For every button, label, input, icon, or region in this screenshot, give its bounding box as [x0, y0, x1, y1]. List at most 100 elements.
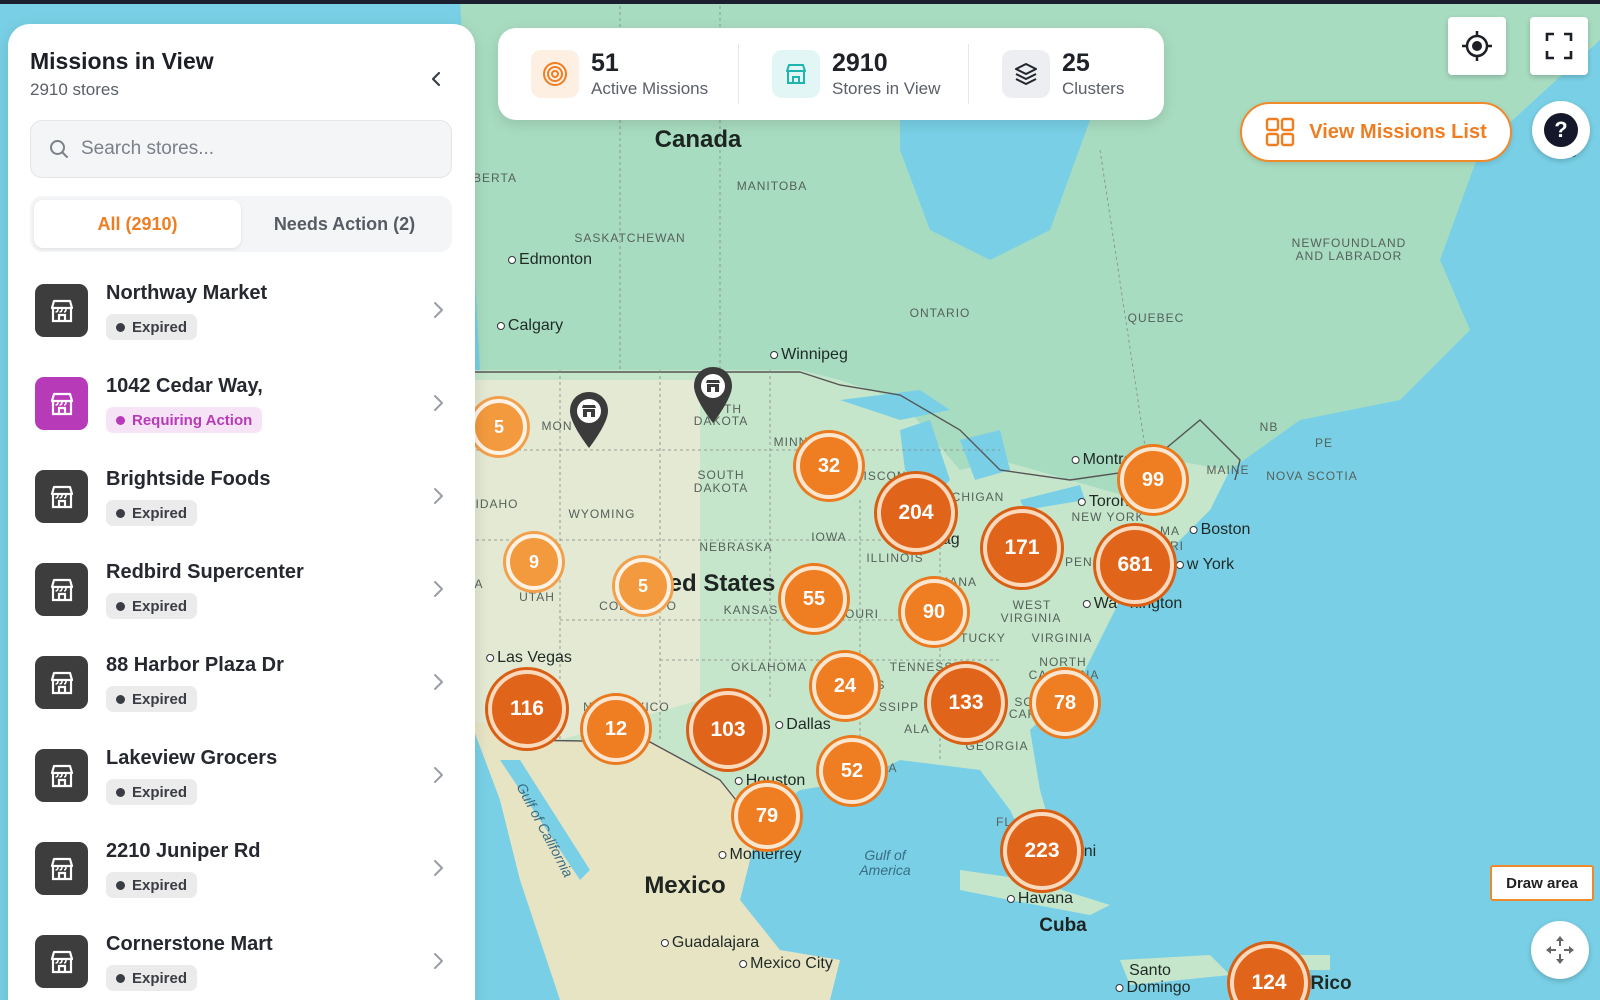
store-name: 2210 Juniper Rd: [106, 840, 261, 862]
tab-all[interactable]: All (2910): [34, 200, 241, 248]
map-label-city: Winnipeg: [770, 346, 848, 364]
store-location-pin[interactable]: [692, 365, 734, 425]
map-label-state: WYOMING: [568, 507, 636, 521]
window-top-bar: [0, 0, 1600, 4]
collapse-panel-button[interactable]: [420, 62, 454, 96]
store-list-item[interactable]: Redbird Supercenter Expired: [8, 551, 475, 644]
store-search[interactable]: [30, 120, 452, 178]
map-label-state: BERTA: [473, 171, 517, 185]
grid-icon: [1266, 117, 1295, 147]
status-text: Expired: [132, 504, 188, 522]
stat-active-missions: 51 Active Missions: [498, 44, 738, 104]
map-cluster[interactable]: 681: [1096, 526, 1174, 604]
status-text: Expired: [132, 969, 188, 987]
map-label-state: TUCKY: [960, 631, 1006, 645]
map-label-city: Edmonton: [508, 251, 592, 269]
status-text: Expired: [132, 876, 188, 894]
map-cluster[interactable]: 9: [506, 534, 562, 590]
store-list: Northway Market Expired 1042 Cedar Way, …: [8, 272, 475, 1000]
store-list-item[interactable]: Cornerstone Mart Expired: [8, 923, 475, 1000]
map-cluster[interactable]: 24: [812, 653, 878, 719]
status-dot: [116, 880, 125, 890]
map-cluster[interactable]: 12: [583, 696, 649, 762]
status-dot: [116, 973, 125, 983]
store-list-item[interactable]: 2210 Juniper Rd Expired: [8, 830, 475, 923]
status-badge: Expired: [106, 779, 198, 805]
stat-label: Stores in View: [832, 78, 941, 98]
map-cluster[interactable]: 103: [689, 691, 767, 769]
map-label-state: MAINE: [1206, 463, 1250, 477]
map-label-country: Mexico: [644, 872, 726, 899]
map-cluster[interactable]: 116: [488, 670, 566, 748]
stat-value: 51: [591, 48, 619, 77]
map-cluster[interactable]: 171: [983, 509, 1061, 587]
map-cluster[interactable]: 99: [1120, 447, 1186, 513]
map-label-city: Guadalajara: [661, 934, 759, 952]
map-label-state: AND LABRADOR: [1295, 249, 1403, 263]
fullscreen-icon: [1545, 32, 1573, 60]
status-dot: [116, 415, 125, 425]
tab-needs-action[interactable]: Needs Action (2): [241, 200, 448, 248]
help-button[interactable]: ?: [1532, 101, 1590, 159]
status-text: Expired: [132, 690, 188, 708]
map-cluster[interactable]: 55: [781, 566, 847, 632]
map-cluster[interactable]: 5: [471, 399, 527, 455]
map-cluster[interactable]: 90: [901, 579, 967, 645]
status-dot: [116, 601, 125, 611]
map-label-state: SASKATCHEWAN: [574, 231, 686, 245]
status-badge: Expired: [106, 314, 198, 340]
map-label-city: Mexico City: [739, 955, 833, 973]
search-input[interactable]: [81, 138, 441, 160]
stats-bar: 51 Active Missions 2910 Stores in View 2…: [498, 28, 1164, 120]
map-label-city-part: Rico: [1310, 973, 1352, 994]
map-cluster[interactable]: 78: [1032, 670, 1098, 736]
store-list-item[interactable]: Brightside Foods Expired: [8, 458, 475, 551]
map-label-state: RI: [1170, 539, 1184, 553]
chevron-left-icon: [431, 71, 441, 87]
store-name: Cornerstone Mart: [106, 933, 273, 955]
map-label-state: OKLAHOMA: [730, 660, 808, 674]
map-label-city: Wa: [1083, 595, 1117, 613]
store-list-item[interactable]: Lakeview Grocers Expired: [8, 737, 475, 830]
map-label-state: CHIGAN: [951, 490, 1005, 504]
map-label-state: PE: [1314, 436, 1334, 450]
map-label-city: Boston: [1190, 521, 1251, 539]
map-label-state: NOVA SCOTIA: [1266, 469, 1358, 483]
fit-bounds-button[interactable]: [1531, 921, 1589, 979]
my-location-button[interactable]: [1448, 17, 1506, 75]
map-cluster[interactable]: 32: [796, 433, 862, 499]
stat-stores-in-view: 2910 Stores in View: [738, 44, 968, 104]
map-label-state: MA: [1160, 524, 1180, 538]
chevron-right-icon: [434, 488, 443, 504]
map-cluster[interactable]: 223: [1003, 812, 1081, 890]
store-location-pin[interactable]: [568, 390, 610, 450]
map-label-city: w York: [1176, 556, 1234, 574]
status-badge: Requiring Action: [106, 407, 263, 433]
store-icon: [35, 842, 88, 895]
store-name: Brightside Foods: [106, 468, 271, 490]
map-label-state: IDAHO: [475, 497, 519, 511]
store-icon: [35, 377, 88, 430]
map-cluster[interactable]: 5: [615, 558, 671, 614]
map-cluster[interactable]: 52: [819, 738, 885, 804]
map-label-state: WEST: [1012, 598, 1052, 612]
map-label-state: PENI: [1064, 555, 1098, 569]
map-label-country: Canada: [654, 126, 742, 153]
view-missions-list-button[interactable]: View Missions List: [1240, 102, 1512, 162]
map-label-state: QUEBEC: [1127, 311, 1185, 325]
draw-area-button[interactable]: Draw area: [1490, 865, 1594, 901]
map-cluster[interactable]: 79: [734, 783, 800, 849]
crosshair-icon: [1462, 31, 1492, 61]
map-label-state: NEBRASKA: [699, 540, 773, 554]
map-cluster[interactable]: 133: [927, 664, 1005, 742]
store-list-item[interactable]: 1042 Cedar Way, Requiring Action: [8, 365, 475, 458]
store-list-item[interactable]: 88 Harbor Plaza Dr Expired: [8, 644, 475, 737]
chevron-right-icon: [434, 674, 443, 690]
fullscreen-button[interactable]: [1530, 17, 1588, 75]
map-label-state: NORTH: [1039, 655, 1087, 669]
map-label-state: VIRGINIA: [1000, 611, 1062, 625]
store-list-item[interactable]: Northway Market Expired: [8, 272, 475, 365]
store-icon: [35, 656, 88, 709]
store-name: 1042 Cedar Way,: [106, 375, 263, 397]
map-cluster[interactable]: 204: [877, 474, 955, 552]
